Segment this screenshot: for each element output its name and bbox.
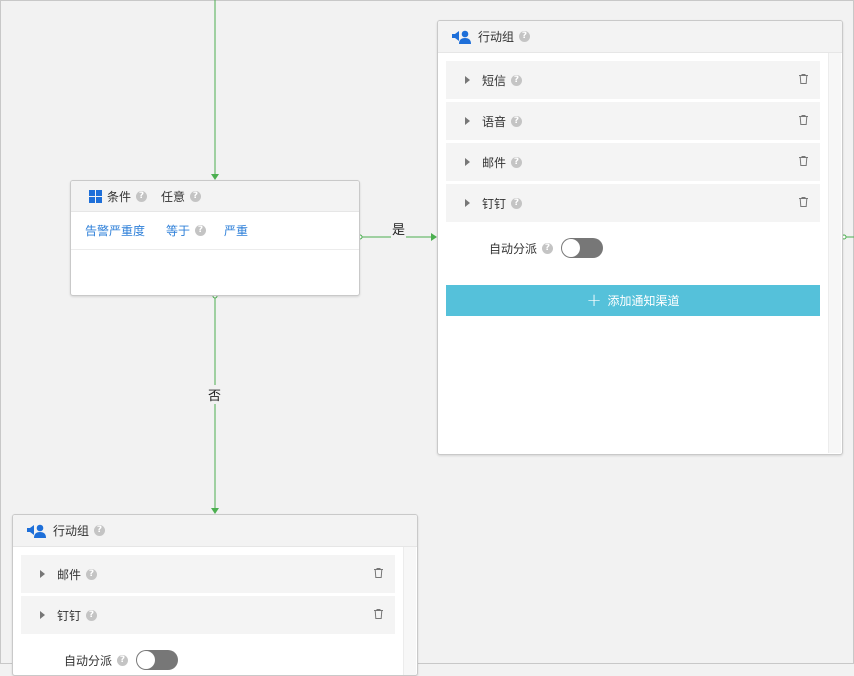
action-group-header: 行动组 ? (13, 515, 417, 547)
help-icon[interactable]: ? (511, 156, 523, 168)
notify-user-icon (27, 524, 46, 538)
channel-item-sms[interactable]: 短信 ? (446, 61, 820, 99)
channel-label: 邮件 (482, 155, 507, 170)
help-icon[interactable]: ? (86, 609, 98, 621)
action-group-title: 行动组 (53, 524, 90, 538)
help-icon[interactable]: ? (195, 225, 207, 236)
condition-rule: 告警严重度 等于 ? 严重 (71, 212, 359, 250)
action-group-header: 行动组 ? (438, 21, 842, 53)
plus-icon: + (586, 289, 602, 311)
expand-caret-icon[interactable] (40, 570, 45, 578)
toggle-knob (137, 651, 156, 669)
channel-item-dingtalk[interactable]: 钉钉 ? (446, 184, 820, 222)
help-icon[interactable]: ? (519, 31, 531, 42)
channel-label: 短信 (482, 73, 507, 88)
auto-assign-label: 自动分派 (64, 653, 113, 668)
channel-label: 邮件 (57, 567, 82, 582)
help-icon[interactable]: ? (190, 190, 202, 202)
help-icon[interactable]: ? (511, 115, 523, 127)
edge-yes-label: 是 (391, 219, 407, 238)
auto-assign-label: 自动分派 (489, 241, 538, 256)
help-icon[interactable]: ? (542, 242, 554, 254)
condition-node[interactable]: 条件 ? 任意 ? 告警严重度 等于 ? 严重 (70, 180, 360, 296)
scrollbar[interactable] (403, 547, 416, 675)
auto-assign-row: 自动分派 ? (489, 238, 604, 258)
help-icon[interactable]: ? (86, 568, 98, 580)
action-group-node-bottom[interactable]: 行动组 ? 邮件 ? 钉钉 ? 自动分派 ? (12, 514, 418, 676)
help-icon[interactable]: ? (136, 190, 148, 202)
expand-caret-icon[interactable] (40, 611, 45, 619)
action-group-title: 行动组 (478, 30, 515, 44)
trash-icon[interactable] (799, 197, 808, 207)
toggle-knob (562, 239, 581, 257)
add-channel-label: 添加通知渠道 (607, 294, 680, 308)
notify-user-icon (452, 30, 471, 44)
channel-item-voice[interactable]: 语音 ? (446, 102, 820, 140)
channel-item-email[interactable]: 邮件 ? (446, 143, 820, 181)
action-group-node-right[interactable]: 行动组 ? 短信 ? 语音 ? 邮件 ? 钉钉 ? 自动分派 ? + 添加通知渠… (437, 20, 843, 455)
trash-icon[interactable] (374, 568, 383, 578)
condition-operator[interactable]: 等于 (166, 222, 190, 239)
channel-item-dingtalk[interactable]: 钉钉 ? (21, 596, 395, 634)
condition-field[interactable]: 告警严重度 (85, 222, 145, 239)
edge-no-label: 否 (207, 385, 223, 404)
expand-caret-icon[interactable] (465, 199, 470, 207)
channel-label: 语音 (482, 114, 507, 129)
trash-icon[interactable] (799, 115, 808, 125)
auto-assign-toggle[interactable] (136, 650, 179, 670)
help-icon[interactable]: ? (511, 197, 523, 209)
condition-title: 条件 (107, 189, 132, 204)
auto-assign-row: 自动分派 ? (64, 650, 179, 670)
expand-caret-icon[interactable] (465, 76, 470, 84)
trash-icon[interactable] (799, 74, 808, 84)
expand-caret-icon[interactable] (465, 117, 470, 125)
auto-assign-toggle[interactable] (561, 238, 604, 258)
trash-icon[interactable] (374, 609, 383, 619)
expand-caret-icon[interactable] (465, 158, 470, 166)
help-icon[interactable]: ? (511, 74, 523, 86)
grid-icon (89, 189, 102, 203)
condition-value[interactable]: 严重 (224, 222, 248, 239)
condition-header: 条件 ? 任意 ? (71, 181, 359, 212)
condition-mode[interactable]: 任意 (161, 188, 185, 205)
scrollbar[interactable] (828, 53, 841, 453)
trash-icon[interactable] (799, 156, 808, 166)
add-channel-button[interactable]: + 添加通知渠道 (446, 285, 820, 316)
channel-label: 钉钉 (482, 196, 507, 211)
channel-label: 钉钉 (57, 608, 82, 623)
channel-item-email[interactable]: 邮件 ? (21, 555, 395, 593)
help-icon[interactable]: ? (94, 525, 106, 536)
